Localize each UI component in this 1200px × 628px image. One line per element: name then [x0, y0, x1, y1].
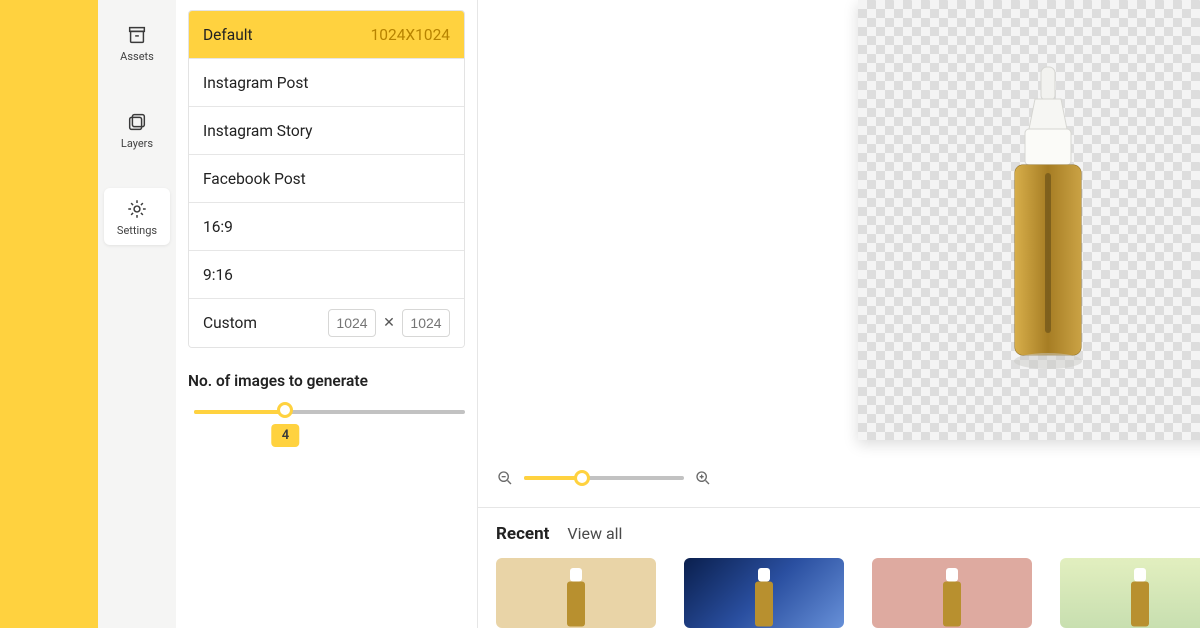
preset-dimensions: 1024X1024: [371, 26, 450, 44]
times-icon: ✕: [382, 315, 396, 331]
gear-icon: [126, 198, 148, 220]
generate-count-section: No. of images to generate 4: [188, 372, 465, 448]
rail-item-settings[interactable]: Settings: [104, 188, 170, 245]
canvas-preset-instagram-story[interactable]: Instagram Story: [189, 107, 464, 155]
preset-label: 9:16: [203, 266, 233, 284]
canvas-area[interactable]: [478, 0, 1200, 507]
canvas-preset-custom[interactable]: Custom ✕: [189, 299, 464, 347]
custom-height-input[interactable]: [402, 309, 450, 337]
zoom-in-icon[interactable]: [694, 469, 712, 487]
preset-label: Facebook Post: [203, 170, 306, 188]
recent-thumb[interactable]: [872, 558, 1032, 628]
generate-count-title: No. of images to generate: [188, 372, 465, 390]
archive-icon: [126, 24, 148, 46]
tool-rail: Assets Layers Settings: [98, 0, 176, 628]
rail-item-label: Settings: [117, 224, 157, 237]
rail-item-label: Assets: [120, 50, 154, 63]
artboard-checkerboard[interactable]: [858, 0, 1200, 440]
zoom-control: [496, 469, 712, 487]
zoom-out-icon[interactable]: [496, 469, 514, 487]
rail-item-layers[interactable]: Layers: [104, 101, 170, 158]
slider-fill: [194, 410, 285, 414]
canvas-preset-9-16[interactable]: 9:16: [189, 251, 464, 299]
tab-recent[interactable]: Recent: [496, 524, 549, 544]
canvas-preset-facebook-post[interactable]: Facebook Post: [189, 155, 464, 203]
recent-section: Recent View all: [478, 507, 1200, 628]
recent-thumbnails: [496, 558, 1200, 628]
slider-value-badge: 4: [272, 424, 299, 447]
settings-panel: Default 1024X1024 Instagram Post Instagr…: [176, 0, 478, 628]
link-view-all[interactable]: View all: [567, 524, 622, 543]
recent-thumb[interactable]: [1060, 558, 1200, 628]
generate-count-slider[interactable]: 4: [188, 404, 465, 448]
preset-label: 16:9: [203, 218, 233, 236]
canvas-preset-instagram-post[interactable]: Instagram Post: [189, 59, 464, 107]
rail-item-assets[interactable]: Assets: [104, 14, 170, 71]
preset-label: Instagram Story: [203, 122, 312, 140]
layers-icon: [126, 111, 148, 133]
recent-thumb[interactable]: [496, 558, 656, 628]
canvas-preset-default[interactable]: Default 1024X1024: [189, 11, 464, 59]
custom-width-input[interactable]: [328, 309, 376, 337]
product-bottle-illustration: [993, 65, 1103, 375]
preset-label: Custom: [203, 314, 257, 332]
rail-item-label: Layers: [121, 137, 153, 150]
custom-size-inputs: ✕: [328, 309, 450, 337]
canvas-preset-list: Default 1024X1024 Instagram Post Instagr…: [188, 10, 465, 348]
slider-thumb[interactable]: [574, 470, 590, 486]
zoom-slider[interactable]: [524, 470, 684, 486]
preset-label: Instagram Post: [203, 74, 308, 92]
workspace: Recent View all: [478, 0, 1200, 628]
brand-yellow-bar: [0, 0, 98, 628]
preset-label: Default: [203, 26, 253, 44]
canvas-preset-16-9[interactable]: 16:9: [189, 203, 464, 251]
slider-thumb[interactable]: [277, 402, 293, 418]
recent-thumb[interactable]: [684, 558, 844, 628]
